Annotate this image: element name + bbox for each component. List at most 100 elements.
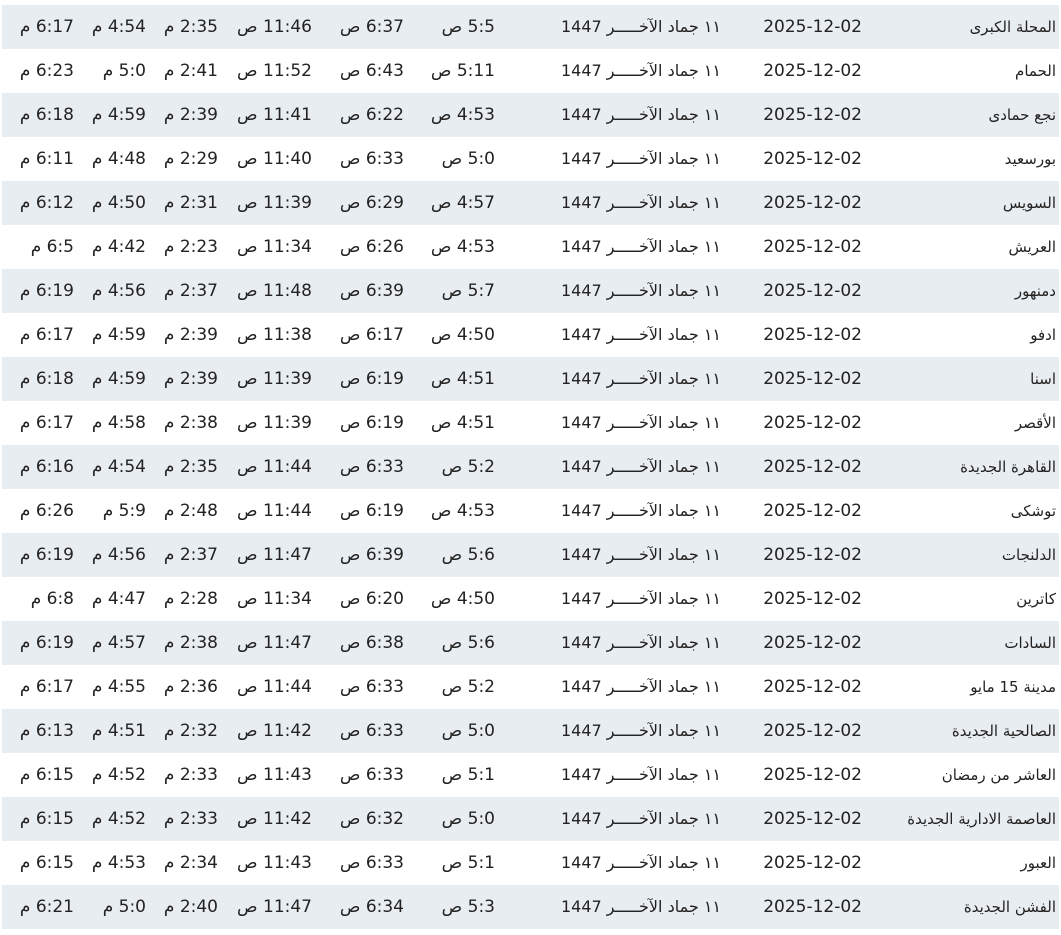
hijri-date: ١١ جماد الآخـــــر 1447 <box>560 457 721 476</box>
table-row: توشكى 2025-12-02 ١١ جماد الآخـــــر 1447… <box>2 489 1059 533</box>
maghrib-time: 4:56 م <box>91 545 146 565</box>
dhuhr-time: 11:43 ص <box>237 853 312 873</box>
maghrib-time: 4:52 م <box>91 809 146 829</box>
table-row: ادفو 2025-12-02 ١١ جماد الآخـــــر 1447 … <box>2 313 1059 357</box>
fajr-time: 4:53 ص <box>430 237 495 257</box>
city-name: العبور <box>1020 854 1057 872</box>
prayer-times-table: المحلة الكبرى 2025-12-02 ١١ جماد الآخـــ… <box>2 5 1059 929</box>
dhuhr-time: 11:40 ص <box>237 149 312 169</box>
isha-time: 6:18 م <box>19 369 74 389</box>
table-row: العاصمة الادارية الجديدة 2025-12-02 ١١ ج… <box>2 797 1059 841</box>
fajr-time: 4:57 ص <box>430 193 495 213</box>
maghrib-time: 4:48 م <box>91 149 146 169</box>
isha-time: 6:17 م <box>19 677 74 697</box>
isha-time: 6:17 م <box>19 17 74 37</box>
fajr-time: 5:3 ص <box>441 897 495 917</box>
gregorian-date: 2025-12-02 <box>763 633 862 653</box>
sunrise-time: 6:19 ص <box>339 413 404 433</box>
fajr-time: 5:5 ص <box>441 17 495 37</box>
sunrise-time: 6:33 ص <box>339 677 404 697</box>
asr-time: 2:37 م <box>163 281 218 301</box>
hijri-date: ١١ جماد الآخـــــر 1447 <box>560 105 721 124</box>
table-row: نجع حمادى 2025-12-02 ١١ جماد الآخـــــر … <box>2 93 1059 137</box>
isha-time: 6:19 م <box>19 545 74 565</box>
asr-time: 2:40 م <box>163 897 218 917</box>
asr-time: 2:28 م <box>163 589 218 609</box>
isha-time: 6:13 م <box>19 721 74 741</box>
dhuhr-time: 11:34 ص <box>237 589 312 609</box>
sunrise-time: 6:33 ص <box>339 853 404 873</box>
gregorian-date: 2025-12-02 <box>763 501 862 521</box>
asr-time: 2:41 م <box>163 61 218 81</box>
maghrib-time: 5:0 م <box>102 897 146 917</box>
sunrise-time: 6:17 ص <box>339 325 404 345</box>
hijri-date: ١١ جماد الآخـــــر 1447 <box>560 413 721 432</box>
dhuhr-time: 11:44 ص <box>237 501 312 521</box>
sunrise-time: 6:22 ص <box>339 105 404 125</box>
sunrise-time: 6:19 ص <box>339 501 404 521</box>
isha-time: 6:17 م <box>19 413 74 433</box>
gregorian-date: 2025-12-02 <box>763 589 862 609</box>
sunrise-time: 6:33 ص <box>339 721 404 741</box>
isha-time: 6:15 م <box>19 765 74 785</box>
gregorian-date: 2025-12-02 <box>763 369 862 389</box>
gregorian-date: 2025-12-02 <box>763 765 862 785</box>
sunrise-time: 6:29 ص <box>339 193 404 213</box>
hijri-date: ١١ جماد الآخـــــر 1447 <box>560 501 721 520</box>
asr-time: 2:38 م <box>163 633 218 653</box>
sunrise-time: 6:26 ص <box>339 237 404 257</box>
asr-time: 2:48 م <box>163 501 218 521</box>
maghrib-time: 4:55 م <box>91 677 146 697</box>
maghrib-time: 4:59 م <box>91 369 146 389</box>
gregorian-date: 2025-12-02 <box>763 897 862 917</box>
dhuhr-time: 11:43 ص <box>237 765 312 785</box>
maghrib-time: 4:51 م <box>91 721 146 741</box>
isha-time: 6:21 م <box>19 897 74 917</box>
dhuhr-time: 11:38 ص <box>237 325 312 345</box>
asr-time: 2:37 م <box>163 545 218 565</box>
fajr-time: 5:7 ص <box>441 281 495 301</box>
table-row: الحمام 2025-12-02 ١١ جماد الآخـــــر 144… <box>2 49 1059 93</box>
fajr-time: 4:53 ص <box>430 501 495 521</box>
gregorian-date: 2025-12-02 <box>763 105 862 125</box>
fajr-time: 4:53 ص <box>430 105 495 125</box>
fajr-time: 4:51 ص <box>430 413 495 433</box>
city-name: ادفو <box>1030 326 1056 344</box>
dhuhr-time: 11:47 ص <box>237 545 312 565</box>
city-name: السادات <box>1004 634 1056 652</box>
gregorian-date: 2025-12-02 <box>763 17 862 37</box>
maghrib-time: 4:47 م <box>91 589 146 609</box>
dhuhr-time: 11:48 ص <box>237 281 312 301</box>
sunrise-time: 6:33 ص <box>339 765 404 785</box>
dhuhr-time: 11:47 ص <box>237 633 312 653</box>
sunrise-time: 6:20 ص <box>339 589 404 609</box>
asr-time: 2:36 م <box>163 677 218 697</box>
fajr-time: 5:2 ص <box>441 677 495 697</box>
sunrise-time: 6:39 ص <box>339 281 404 301</box>
sunrise-time: 6:43 ص <box>339 61 404 81</box>
fajr-time: 4:50 ص <box>430 589 495 609</box>
sunrise-time: 6:19 ص <box>339 369 404 389</box>
dhuhr-time: 11:41 ص <box>237 105 312 125</box>
table-row: اسنا 2025-12-02 ١١ جماد الآخـــــر 1447 … <box>2 357 1059 401</box>
asr-time: 2:34 م <box>163 853 218 873</box>
maghrib-time: 4:59 م <box>91 325 146 345</box>
dhuhr-time: 11:39 ص <box>237 193 312 213</box>
city-name: توشكى <box>1010 502 1056 520</box>
maghrib-time: 5:9 م <box>102 501 146 521</box>
city-name: المحلة الكبرى <box>969 18 1056 36</box>
sunrise-time: 6:38 ص <box>339 633 404 653</box>
hijri-date: ١١ جماد الآخـــــر 1447 <box>560 589 721 608</box>
table-row: المحلة الكبرى 2025-12-02 ١١ جماد الآخـــ… <box>2 5 1059 49</box>
hijri-date: ١١ جماد الآخـــــر 1447 <box>560 897 721 916</box>
dhuhr-time: 11:52 ص <box>237 61 312 81</box>
fajr-time: 5:0 ص <box>441 149 495 169</box>
maghrib-time: 5:0 م <box>102 61 146 81</box>
isha-time: 6:11 م <box>19 149 74 169</box>
table-row: الصالحية الجديدة 2025-12-02 ١١ جماد الآخ… <box>2 709 1059 753</box>
asr-time: 2:33 م <box>163 809 218 829</box>
hijri-date: ١١ جماد الآخـــــر 1447 <box>560 545 721 564</box>
hijri-date: ١١ جماد الآخـــــر 1447 <box>560 149 721 168</box>
gregorian-date: 2025-12-02 <box>763 677 862 697</box>
isha-time: 6:15 م <box>19 853 74 873</box>
